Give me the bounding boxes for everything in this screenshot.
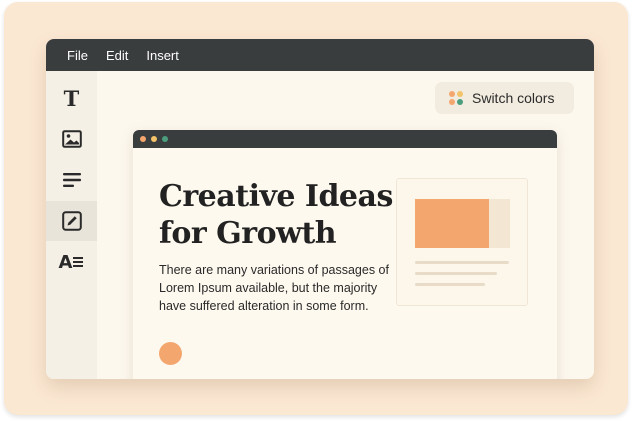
app-frame: File Edit Insert T A Switch colors Creat… — [4, 2, 628, 415]
card-text-line — [415, 272, 497, 275]
text-style-tool-button[interactable]: A — [46, 242, 97, 282]
editor-window: File Edit Insert T A Switch colors Creat… — [46, 39, 594, 379]
preview-headline: Creative Ideas for Growth — [159, 179, 393, 251]
browser-dot-yellow — [151, 136, 157, 142]
preview-body-text: There are many variations of passages of… — [159, 263, 389, 313]
browser-dot-orange — [140, 136, 146, 142]
menu-file[interactable]: File — [67, 48, 88, 63]
browser-dot-green — [162, 136, 168, 142]
text-tool-button[interactable]: T — [46, 78, 97, 118]
image-card — [396, 178, 528, 306]
edit-tool-button[interactable] — [46, 201, 97, 241]
accent-circle — [159, 342, 182, 365]
tool-sidebar: T A — [46, 71, 97, 379]
text-style-tool-icon: A — [58, 251, 73, 273]
image-tool-button[interactable] — [46, 119, 97, 159]
lines-icon — [73, 257, 84, 267]
menu-insert[interactable]: Insert — [146, 48, 179, 63]
switch-colors-button[interactable]: Switch colors — [435, 82, 574, 114]
card-image-fill — [415, 199, 489, 248]
text-tool-icon: T — [63, 85, 80, 111]
image-tool-icon — [61, 130, 82, 148]
card-text-line — [415, 261, 509, 264]
menu-edit[interactable]: Edit — [106, 48, 128, 63]
align-tool-button[interactable] — [46, 160, 97, 200]
card-text-line — [415, 283, 485, 286]
edit-tool-icon — [61, 211, 82, 231]
preview-browser: Creative Ideas for Growth There are many… — [133, 130, 557, 379]
switch-colors-label: Switch colors — [472, 90, 555, 106]
browser-titlebar — [133, 130, 557, 148]
align-left-tool-icon — [62, 173, 81, 187]
palette-icon — [449, 91, 465, 107]
menubar: File Edit Insert — [46, 39, 594, 71]
